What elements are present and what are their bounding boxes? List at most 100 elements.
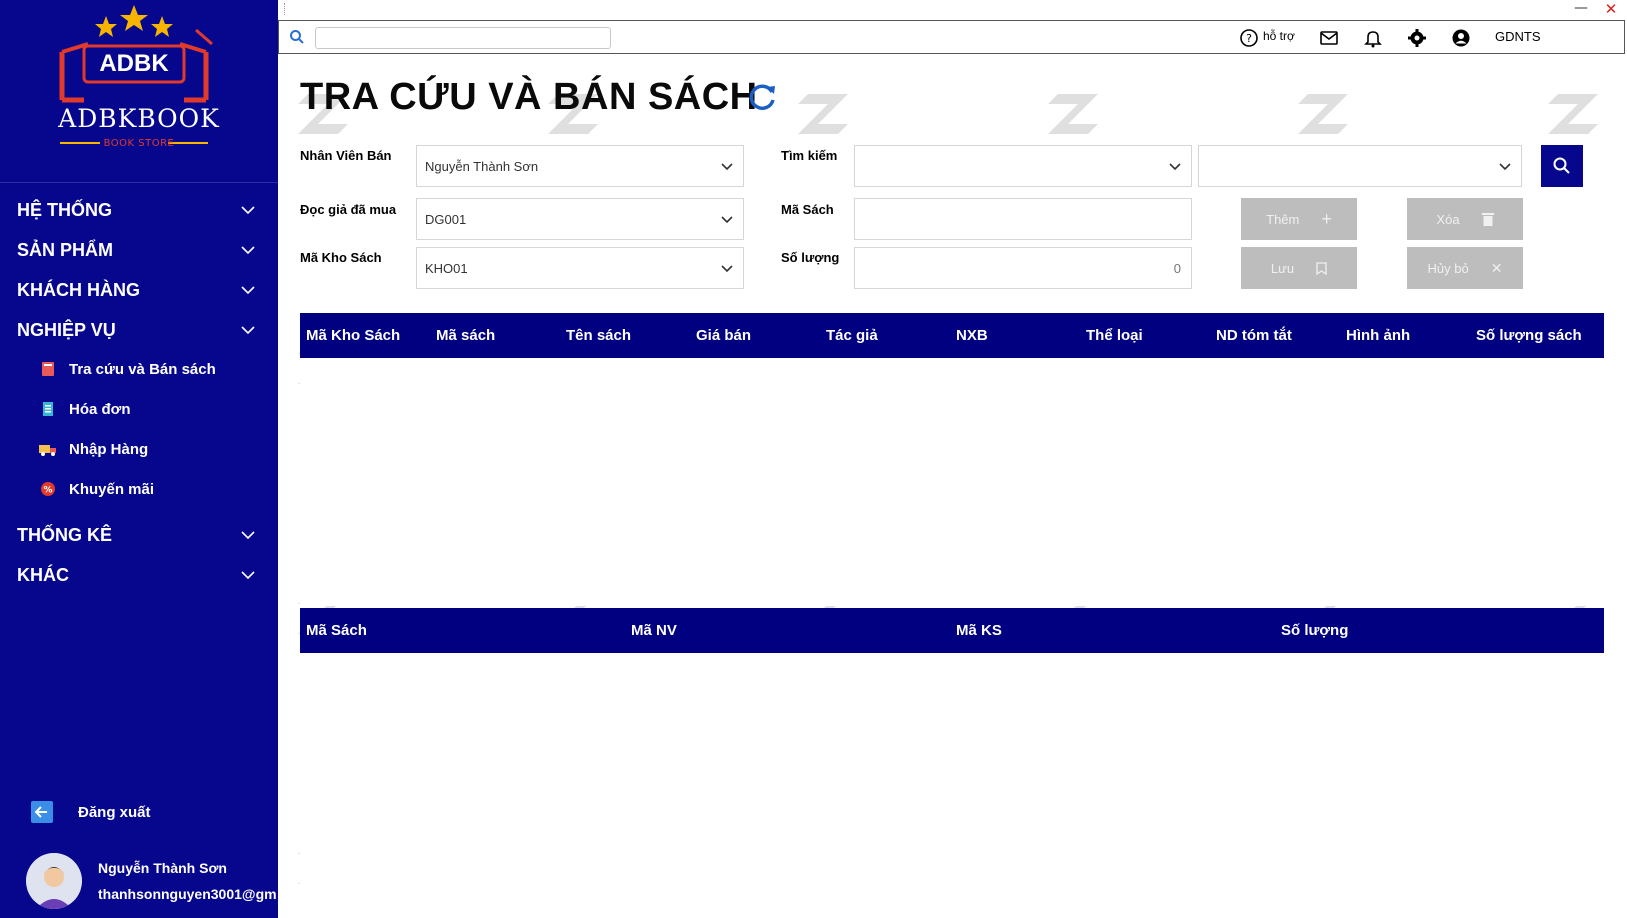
employee-value: Nguyễn Thành Sơn xyxy=(425,158,539,174)
cart-table-body[interactable] xyxy=(300,653,1604,915)
menu-label: THỐNG KÊ xyxy=(17,524,113,545)
chevron-down-icon xyxy=(721,216,733,224)
logout-button[interactable]: Đăng xuất xyxy=(30,797,151,827)
column-header[interactable]: Tác giả xyxy=(826,327,878,344)
book-code-label: Mã Sách xyxy=(781,202,834,217)
global-search-input[interactable] xyxy=(315,27,611,49)
submenu-label: Nhập Hàng xyxy=(69,440,149,458)
gear-icon[interactable] xyxy=(1407,28,1427,48)
trash-icon xyxy=(1481,213,1494,226)
warehouse-label: Mã Kho Sách xyxy=(300,250,382,265)
chevron-down-icon xyxy=(1169,163,1181,171)
mail-icon[interactable] xyxy=(1319,28,1339,48)
search-value-select[interactable] xyxy=(1198,145,1522,187)
top-toolbar: ? hỗ trợ GDNTS xyxy=(278,20,1625,54)
bell-icon[interactable] xyxy=(1363,28,1383,48)
employee-label: Nhân Viên Bán xyxy=(300,148,392,163)
submenu-hoa-don[interactable]: Hóa đơn xyxy=(38,394,131,424)
column-header[interactable]: Thể loại xyxy=(1086,327,1143,344)
search-label: Tìm kiếm xyxy=(781,148,838,163)
menu-thong-ke[interactable]: THỐNG KÊ xyxy=(0,518,278,552)
chevron-down-icon xyxy=(241,206,255,215)
menu-label: KHÁC xyxy=(17,564,69,585)
menu-he-thong[interactable]: HỆ THỐNG xyxy=(0,193,278,227)
search-icon xyxy=(290,30,304,44)
search-field-select[interactable] xyxy=(854,145,1192,187)
user-email: thanhsonnguyen3001@gm xyxy=(98,886,277,902)
quantity-value: 0 xyxy=(1173,260,1181,276)
star-icon xyxy=(120,5,148,31)
window-titlebar: — ✕ xyxy=(278,0,1627,20)
column-header[interactable]: Số lượng sách xyxy=(1476,327,1582,344)
menu-khach-hang[interactable]: KHÁCH HÀNG xyxy=(0,273,278,307)
chevron-down-icon xyxy=(721,163,733,171)
submenu-khuyen-mai[interactable]: % Khuyến mãi xyxy=(38,474,154,504)
chevron-down-icon xyxy=(1499,163,1511,171)
reader-value: DG001 xyxy=(425,211,467,227)
books-table-body[interactable] xyxy=(300,358,1604,606)
reader-label: Đọc giả đã mua xyxy=(300,202,397,217)
chevron-down-icon xyxy=(721,265,733,273)
employee-select[interactable]: Nguyễn Thành Sơn xyxy=(416,145,744,187)
cart-table-header: Mã Sách Mã NV Mã KS Số lượng xyxy=(300,608,1604,653)
submenu-label: Tra cứu và Bán sách xyxy=(69,360,216,378)
invoice-icon xyxy=(38,399,58,419)
column-header[interactable]: Mã NV xyxy=(631,622,677,639)
column-header[interactable]: Hình ảnh xyxy=(1346,327,1410,344)
submenu-label: Khuyến mãi xyxy=(69,480,155,498)
drag-handle[interactable] xyxy=(284,3,286,15)
avatar xyxy=(26,853,82,909)
menu-label: KHÁCH HÀNG xyxy=(17,279,140,300)
column-header[interactable]: NXB xyxy=(956,327,988,344)
truck-icon xyxy=(38,439,58,459)
warehouse-select[interactable]: KHO01 xyxy=(416,247,744,289)
logo-badge-text: ADBK xyxy=(99,50,169,77)
submenu-tra-cuu[interactable]: Tra cứu và Bán sách xyxy=(38,354,216,384)
menu-nghiep-vu[interactable]: NGHIỆP VỤ xyxy=(0,313,278,347)
delete-button[interactable]: Xóa xyxy=(1407,198,1523,240)
save-button[interactable]: Lưu xyxy=(1241,247,1357,289)
column-header[interactable]: Số lượng xyxy=(1281,622,1348,639)
column-header[interactable]: Mã Sách xyxy=(306,622,367,639)
column-header[interactable]: Giá bán xyxy=(696,327,751,344)
logo-graphic xyxy=(59,5,213,144)
book-icon xyxy=(38,359,58,379)
column-header[interactable]: Mã sách xyxy=(436,327,495,344)
menu-label: NGHIỆP VỤ xyxy=(17,319,116,340)
user-circle-icon[interactable] xyxy=(1451,28,1471,48)
help-label[interactable]: hỗ trợ xyxy=(1263,29,1295,43)
bookmark-icon xyxy=(1316,261,1327,275)
add-button[interactable]: Thêm + xyxy=(1241,198,1357,240)
cancel-button[interactable]: Hủy bỏ ✕ xyxy=(1407,247,1523,289)
column-header[interactable]: Mã Kho Sách xyxy=(306,327,400,344)
column-header[interactable]: Mã KS xyxy=(956,622,1002,639)
sidebar: ADBK ADBKBOOK BOOK STORE HỆ THỐNG SẢN PH… xyxy=(0,0,278,918)
refresh-icon[interactable] xyxy=(745,80,779,114)
reader-select[interactable]: DG001 xyxy=(416,198,744,240)
help-icon[interactable]: ? xyxy=(1239,28,1259,48)
minimize-icon[interactable]: — xyxy=(1571,0,1591,18)
menu-san-pham[interactable]: SẢN PHẨM xyxy=(0,233,278,267)
book-code-input[interactable] xyxy=(854,198,1192,240)
chevron-down-icon xyxy=(241,326,255,335)
column-header[interactable]: Tên sách xyxy=(566,327,631,344)
warehouse-value: KHO01 xyxy=(425,260,468,276)
search-icon xyxy=(1553,157,1570,174)
svg-text:%: % xyxy=(43,486,52,496)
submenu-label: Hóa đơn xyxy=(69,400,131,418)
page-title: TRA CỨU VÀ BÁN SÁCH xyxy=(300,76,758,118)
delete-label: Xóa xyxy=(1436,211,1460,227)
brand-subtitle: BOOK STORE xyxy=(103,138,175,149)
logout-icon xyxy=(31,801,53,823)
add-label: Thêm xyxy=(1266,211,1300,227)
column-header[interactable]: ND tóm tắt xyxy=(1216,327,1292,344)
menu-khac[interactable]: KHÁC xyxy=(0,558,278,592)
chevron-down-icon xyxy=(241,246,255,255)
plus-icon: + xyxy=(1321,208,1332,229)
close-icon[interactable]: ✕ xyxy=(1601,0,1621,18)
chevron-down-icon xyxy=(241,531,255,540)
search-button[interactable] xyxy=(1541,145,1583,187)
cancel-label: Hủy bỏ xyxy=(1427,260,1469,276)
submenu-nhap-hang[interactable]: Nhập Hàng xyxy=(38,434,148,464)
quantity-input[interactable]: 0 xyxy=(854,247,1192,289)
